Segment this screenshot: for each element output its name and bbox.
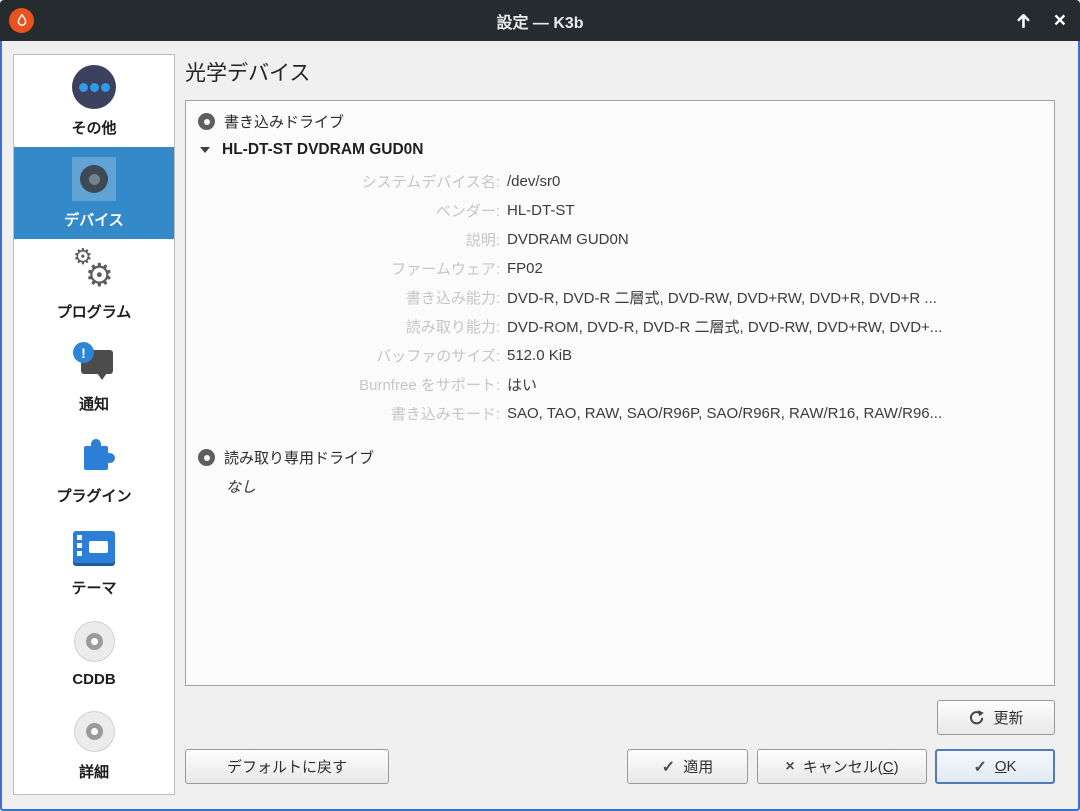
- flame-icon: [14, 13, 30, 29]
- detail-row: 書き込みモード:SAO, TAO, RAW, SAO/R96P, SAO/R96…: [196, 399, 1046, 428]
- reader-drives-none: なし: [226, 476, 256, 497]
- detail-row: ベンダー:HL-DT-ST: [196, 196, 1046, 225]
- detail-row: システムデバイス名:/dev/sr0: [196, 167, 1046, 196]
- puzzle-icon: [72, 433, 116, 477]
- ok-label: OK: [995, 758, 1017, 775]
- sidebar-item-label: 詳細: [79, 761, 109, 782]
- sidebar-item-label: プログラム: [57, 301, 132, 322]
- window-controls: ×: [1015, 0, 1066, 41]
- detail-row: 書き込み能力:DVD-R, DVD-R 二層式, DVD-RW, DVD+RW,…: [196, 283, 1046, 312]
- cross-icon: ×: [785, 758, 794, 776]
- sidebar-item-misc[interactable]: その他: [14, 55, 174, 147]
- detail-row: バッファのサイズ:512.0 KiB: [196, 341, 1046, 370]
- theme-window-icon: [73, 531, 115, 563]
- sidebar-item-label: その他: [71, 117, 116, 138]
- sidebar-item-notifications[interactable]: ! 通知: [14, 331, 174, 423]
- sidebar-item-label: 通知: [79, 393, 109, 414]
- k3b-app-icon: [9, 8, 34, 33]
- detail-row: ファームウェア:FP02: [196, 254, 1046, 283]
- apply-button[interactable]: ✓ 適用: [627, 749, 748, 784]
- sidebar-item-theme[interactable]: テーマ: [14, 515, 174, 607]
- gears-icon: ⚙ ⚙: [71, 248, 117, 294]
- sidebar-item-plugins[interactable]: プラグイン: [14, 423, 174, 515]
- optical-devices-panel: 書き込みドライブ HL-DT-ST DVDRAM GUD0N システムデバイス名…: [185, 100, 1055, 686]
- k3b-settings-window: 設定 — K3b × その他 デバイス: [0, 0, 1080, 811]
- cancel-button[interactable]: × キャンセル(C): [757, 749, 927, 784]
- drive-tree-item[interactable]: HL-DT-ST DVDRAM GUD0N: [200, 141, 424, 159]
- optical-drive-icon: [72, 157, 116, 201]
- detail-row: 説明:DVDRAM GUD0N: [196, 225, 1046, 254]
- sidebar-item-label: プラグイン: [56, 485, 131, 506]
- sidebar-item-label: テーマ: [71, 577, 116, 598]
- drive-details: システムデバイス名:/dev/sr0 ベンダー:HL-DT-ST 説明:DVDR…: [196, 167, 1046, 428]
- cd-disc-icon: [74, 711, 115, 752]
- restore-defaults-button[interactable]: デフォルトに戻す: [185, 749, 389, 784]
- apply-label: 適用: [683, 756, 713, 777]
- collapse-triangle-icon[interactable]: [200, 147, 210, 153]
- reader-drives-label: 読み取り専用ドライブ: [224, 447, 374, 468]
- refresh-icon: [968, 709, 985, 726]
- window-body: その他 デバイス ⚙ ⚙ プログラム ! 通知: [0, 41, 1080, 811]
- maximize-icon[interactable]: [1015, 12, 1032, 29]
- optical-disc-icon: [198, 449, 215, 466]
- ellipsis-badge-icon: [72, 65, 116, 109]
- drive-name: HL-DT-ST DVDRAM GUD0N: [222, 141, 424, 159]
- sidebar-item-label: デバイス: [64, 209, 124, 230]
- detail-row: 読み取り能力:DVD-ROM, DVD-R, DVD-R 二層式, DVD-RW…: [196, 312, 1046, 341]
- window-title: 設定 — K3b: [0, 9, 1080, 33]
- check-icon: ✓: [973, 757, 986, 777]
- writer-drives-section-header: 書き込みドライブ: [198, 111, 344, 132]
- sidebar-item-programs[interactable]: ⚙ ⚙ プログラム: [14, 239, 174, 331]
- cancel-label: キャンセル(C): [803, 756, 899, 777]
- refresh-label: 更新: [993, 707, 1023, 728]
- reader-drives-section-header: 読み取り専用ドライブ: [198, 447, 374, 468]
- check-icon: ✓: [662, 757, 675, 777]
- sidebar-item-label: CDDB: [72, 671, 115, 688]
- page-title: 光学デバイス: [185, 57, 310, 87]
- refresh-button[interactable]: 更新: [937, 700, 1055, 735]
- restore-defaults-label: デフォルトに戻す: [227, 756, 347, 777]
- sidebar-item-devices[interactable]: デバイス: [14, 147, 174, 239]
- titlebar: 設定 — K3b ×: [0, 0, 1080, 41]
- close-icon[interactable]: ×: [1054, 10, 1066, 31]
- sidebar-item-advanced[interactable]: 詳細: [14, 699, 174, 791]
- sidebar-item-cddb[interactable]: CDDB: [14, 607, 174, 699]
- optical-disc-icon: [198, 113, 215, 130]
- settings-category-sidebar: その他 デバイス ⚙ ⚙ プログラム ! 通知: [13, 54, 175, 795]
- detail-row: Burnfree をサポート:はい: [196, 370, 1046, 399]
- ok-button[interactable]: ✓ OK: [935, 749, 1055, 784]
- writer-drives-label: 書き込みドライブ: [224, 111, 344, 132]
- notification-bubble-icon: !: [71, 340, 117, 386]
- cd-disc-icon: [74, 621, 115, 662]
